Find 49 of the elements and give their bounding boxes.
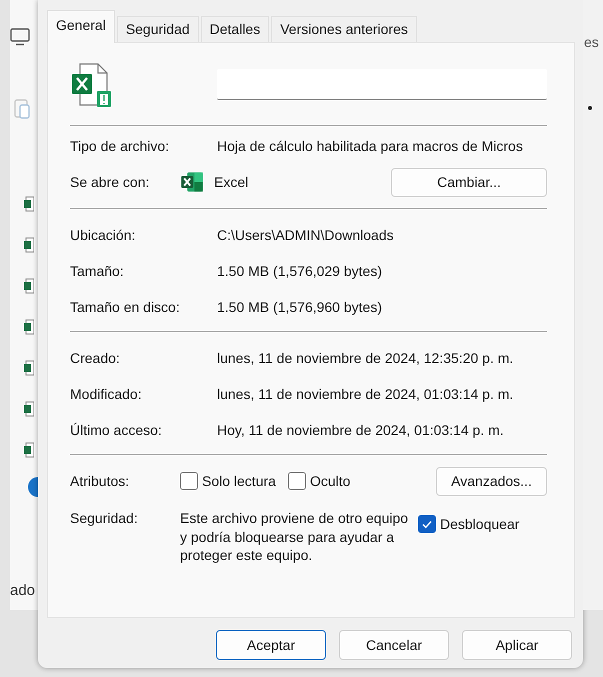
dialog-button[interactable]: Aceptar <box>216 630 326 660</box>
spreadsheet-icon <box>24 237 34 253</box>
spreadsheet-icon <box>24 360 34 376</box>
spreadsheet-icon <box>24 278 34 294</box>
spreadsheet-app-icon <box>180 171 204 193</box>
field-value: lunes, 11 de noviembre de 2024, 12:35:20 p. m. <box>217 350 514 366</box>
field-label: Tamaño en disco: <box>70 298 181 316</box>
field-value: lunes, 11 de noviembre de 2024, 01:03:14 p. m. <box>217 386 514 402</box>
spreadsheet-icon <box>24 319 34 335</box>
tab[interactable]: Detalles <box>200 16 270 42</box>
file-name-field[interactable] <box>217 68 547 100</box>
field-label: Último acceso: <box>70 421 163 439</box>
spreadsheet-icon <box>24 401 34 417</box>
tab[interactable]: Seguridad <box>116 16 199 42</box>
status-text: ado <box>10 582 36 599</box>
tab[interactable]: General <box>47 10 115 43</box>
field-label: Se abre con: <box>70 173 150 191</box>
change-button[interactable]: Cambiar... <box>391 168 547 196</box>
security-message: Este archivo proviene de otro equipo y podría bloquearse para ayudar a proteger este equipo. <box>180 509 410 564</box>
field-label: Creado: <box>70 349 121 367</box>
monitor-icon <box>10 28 30 46</box>
dot-icon <box>588 106 592 110</box>
checkbox-label: Desbloquear <box>440 516 520 532</box>
field-label: Tipo de archivo: <box>70 137 170 155</box>
dialog-button[interactable]: Aplicar <box>462 630 572 660</box>
spreadsheet-file-icon <box>70 62 114 108</box>
field-value: C:\Users\ADMIN\Downloads <box>217 227 394 243</box>
tab[interactable]: Versiones anteriores <box>271 16 417 42</box>
field-label: Tamaño: <box>70 262 125 280</box>
clipboard-icon <box>14 97 30 119</box>
checkbox-box[interactable] <box>180 472 198 490</box>
field-label: Ubicación: <box>70 226 136 244</box>
checkbox-box[interactable] <box>418 515 436 533</box>
field-value: 1.50 MB (1,576,029 bytes) <box>217 263 382 279</box>
field-value: Hoy, 11 de noviembre de 2024, 01:03:14 p. m. <box>217 422 504 438</box>
app-name: Excel <box>214 174 248 190</box>
dialog-button[interactable]: Cancelar <box>339 630 449 660</box>
spreadsheet-icon <box>24 442 34 458</box>
checkbox-box[interactable] <box>288 472 306 490</box>
field-label: Atributos: <box>70 472 130 490</box>
field-value: 1.50 MB (1,576,960 bytes) <box>217 299 382 315</box>
field-label: Modificado: <box>70 385 143 403</box>
checkbox-label: Oculto <box>310 473 350 489</box>
spreadsheet-icon <box>24 196 34 212</box>
field-value: Hoja de cálculo habilitada para macros de Micros <box>217 138 523 154</box>
field-label: Seguridad: <box>70 509 139 527</box>
advanced-button[interactable]: Avanzados... <box>436 466 547 496</box>
checkbox-label: Solo lectura <box>202 473 276 489</box>
header-text: es <box>584 34 599 50</box>
